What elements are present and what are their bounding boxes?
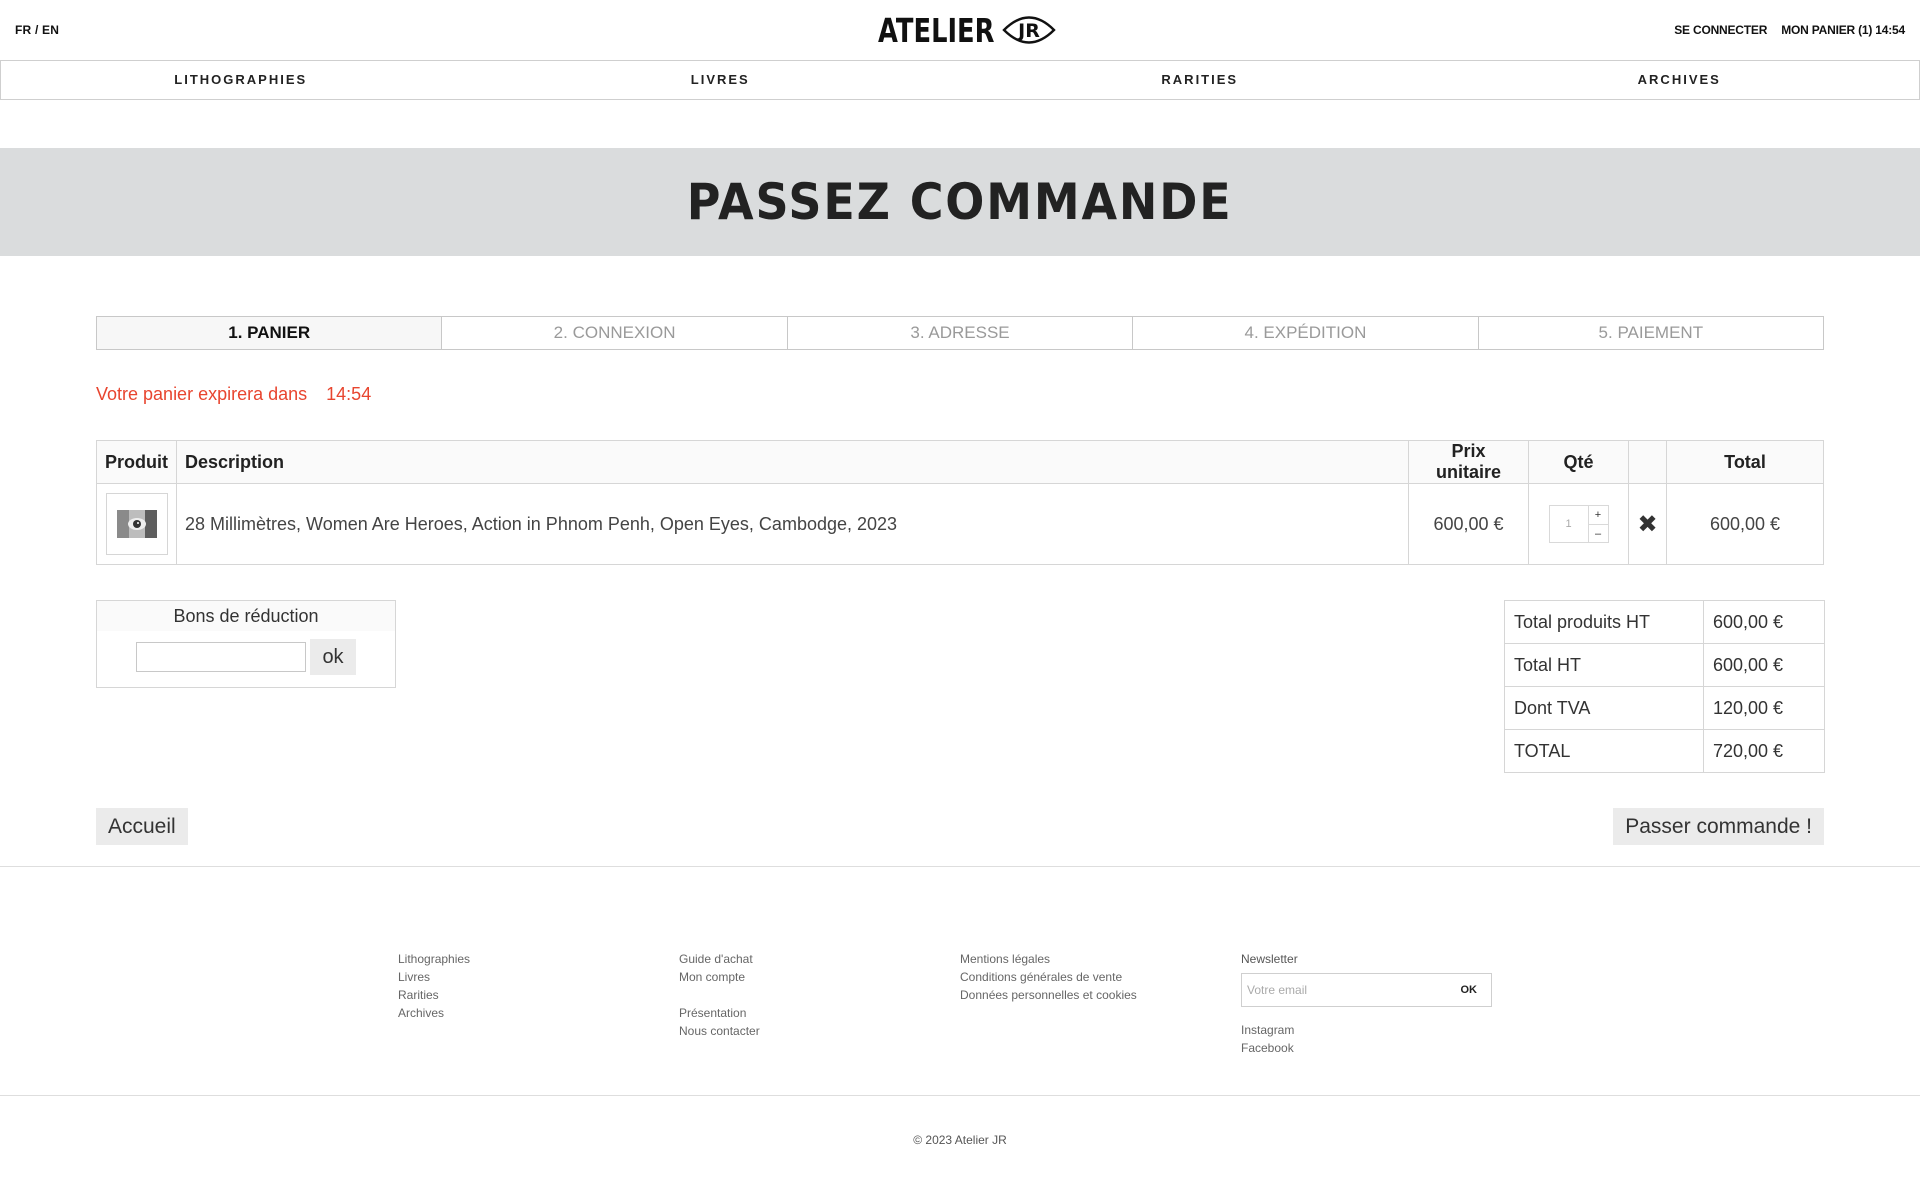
page-banner: PASSEZ COMMANDE (0, 148, 1920, 256)
col-total: Total (1666, 440, 1824, 484)
logo-text: ATELIER (878, 10, 995, 50)
tva-label: Dont TVA (1504, 686, 1704, 730)
login-link[interactable]: SE CONNECTER (1674, 23, 1767, 37)
step-adresse: 3. ADRESSE (786, 317, 1132, 349)
footer-spacer (679, 986, 760, 1004)
footer-link-lithographies[interactable]: Lithographies (398, 950, 470, 968)
footer-link-cgv[interactable]: Conditions générales de vente (960, 968, 1137, 986)
totals-table: Total produits HT 600,00 € Total HT 600,… (1504, 600, 1825, 773)
eye-logo-icon: JR (1002, 16, 1056, 44)
voucher-form: ok (97, 639, 395, 675)
totals-row: Total HT 600,00 € (1504, 643, 1825, 687)
col-product: Produit (96, 440, 177, 484)
totals-row: TOTAL 720,00 € (1504, 729, 1825, 773)
col-description: Description (176, 440, 1409, 484)
checkout-steps: 1. PANIER 2. CONNEXION 3. ADRESSE 4. EXP… (96, 316, 1824, 350)
nav-item-archives[interactable]: ARCHIVES (1440, 61, 1920, 99)
nav-item-lithographies[interactable]: LITHOGRAPHIES (1, 61, 481, 99)
lang-fr-link[interactable]: FR (15, 23, 31, 37)
total-ht-value: 600,00 € (1703, 643, 1825, 687)
qty-minus-button[interactable]: – (1589, 525, 1608, 543)
footer-link-presentation[interactable]: Présentation (679, 1004, 760, 1022)
quantity-stepper: 1 + – (1537, 505, 1620, 543)
page-title: PASSEZ COMMANDE (687, 173, 1233, 231)
footer-link-instagram[interactable]: Instagram (1241, 1021, 1492, 1039)
product-thumbnail[interactable] (105, 493, 168, 555)
total-ht-label: Total HT (1504, 643, 1704, 687)
language-switch: FR / EN (15, 23, 59, 37)
newsletter-ok-button[interactable]: OK (1461, 981, 1478, 999)
footer-link-rarities[interactable]: Rarities (398, 986, 470, 1004)
col-remove (1628, 440, 1667, 484)
step-panier: 1. PANIER (97, 317, 442, 349)
footer-link-livres[interactable]: Livres (398, 968, 470, 986)
home-button[interactable]: Accueil (96, 808, 188, 845)
step-connexion: 2. CONNEXION (441, 317, 786, 349)
cart-header-row: Produit Description Prix unitaire Qté To… (96, 440, 1824, 484)
remove-cell: ✖ (1628, 483, 1667, 565)
footer-link-contact[interactable]: Nous contacter (679, 1022, 760, 1040)
col-qty: Qté (1528, 440, 1629, 484)
expiry-timer: 14:54 (326, 384, 372, 404)
lang-separator: / (34, 23, 39, 37)
newsletter-email-input[interactable]: Votre email (1247, 981, 1307, 999)
voucher-ok-button[interactable]: ok (310, 639, 356, 675)
product-total: 600,00 € (1666, 483, 1824, 565)
cart-table: Produit Description Prix unitaire Qté To… (96, 440, 1824, 565)
account-links: SE CONNECTER MON PANIER (1) 14:54 (1674, 23, 1905, 37)
qty-plus-button[interactable]: + (1588, 506, 1608, 525)
quantity-buttons: + – (1588, 505, 1609, 543)
footer-divider-top (0, 866, 1920, 867)
footer-col-account: Guide d'achat Mon compte Présentation No… (679, 950, 760, 1040)
footer-col-legal: Mentions légales Conditions générales de… (960, 950, 1137, 1004)
voucher-title: Bons de réduction (97, 601, 395, 631)
site-logo[interactable]: ATELIER JR (878, 10, 1056, 50)
footer-link-account[interactable]: Mon compte (679, 968, 760, 986)
total-products-ht-label: Total produits HT (1504, 600, 1704, 644)
voucher-box: Bons de réduction ok (96, 600, 396, 688)
cart-expiry-notice: Votre panier expirera dans 14:54 (96, 384, 371, 405)
top-bar: FR / EN ATELIER JR SE CONNECTER MON PANI… (0, 0, 1920, 60)
logo-badge-text: JR (1016, 20, 1040, 42)
footer-divider-bottom (0, 1095, 1920, 1096)
table-row: 28 Millimètres, Women Are Heroes, Action… (96, 483, 1824, 565)
footer-link-mentions[interactable]: Mentions légales (960, 950, 1137, 968)
grand-total-value: 720,00 € (1703, 729, 1825, 773)
totals-row: Total produits HT 600,00 € (1504, 600, 1825, 644)
tva-value: 120,00 € (1703, 686, 1825, 730)
copyright: © 2023 Atelier JR (913, 1133, 1007, 1147)
lang-en-link[interactable]: EN (42, 23, 59, 37)
step-paiement: 5. PAIEMENT (1477, 317, 1823, 349)
newsletter-form: Votre email OK (1241, 973, 1492, 1007)
footer-link-guide[interactable]: Guide d'achat (679, 950, 760, 968)
footer-link-privacy[interactable]: Données personnelles et cookies (960, 986, 1137, 1004)
footer-col-newsletter: Newsletter Votre email OK Instagram Face… (1241, 950, 1492, 1057)
product-unit-price: 600,00 € (1408, 483, 1529, 565)
product-qty-cell: 1 + – (1528, 483, 1629, 565)
nav-item-livres[interactable]: LIVRES (481, 61, 961, 99)
product-image (116, 510, 157, 538)
place-order-button[interactable]: Passer commande ! (1613, 808, 1824, 845)
col-unit-price: Prix unitaire (1408, 440, 1529, 484)
voucher-input[interactable] (136, 642, 307, 672)
step-expedition: 4. EXPÉDITION (1132, 317, 1477, 349)
totals-row: Dont TVA 120,00 € (1504, 686, 1825, 730)
product-thumb-cell (96, 483, 177, 565)
footer-link-facebook[interactable]: Facebook (1241, 1039, 1492, 1057)
total-products-ht-value: 600,00 € (1703, 600, 1825, 644)
remove-item-icon[interactable]: ✖ (1637, 511, 1657, 538)
expiry-label: Votre panier expirera dans (96, 384, 308, 404)
quantity-input[interactable]: 1 (1548, 505, 1589, 543)
footer-spacer (1241, 1007, 1492, 1021)
cart-link[interactable]: MON PANIER (1) 14:54 (1781, 23, 1905, 37)
footer-col-categories: Lithographies Livres Rarities Archives (398, 950, 470, 1022)
grand-total-label: TOTAL (1504, 729, 1704, 773)
main-nav: LITHOGRAPHIES LIVRES RARITIES ARCHIVES (0, 60, 1920, 100)
nav-item-rarities[interactable]: RARITIES (960, 61, 1440, 99)
product-description[interactable]: 28 Millimètres, Women Are Heroes, Action… (176, 483, 1409, 565)
newsletter-label: Newsletter (1241, 952, 1298, 966)
footer-link-archives[interactable]: Archives (398, 1004, 470, 1022)
